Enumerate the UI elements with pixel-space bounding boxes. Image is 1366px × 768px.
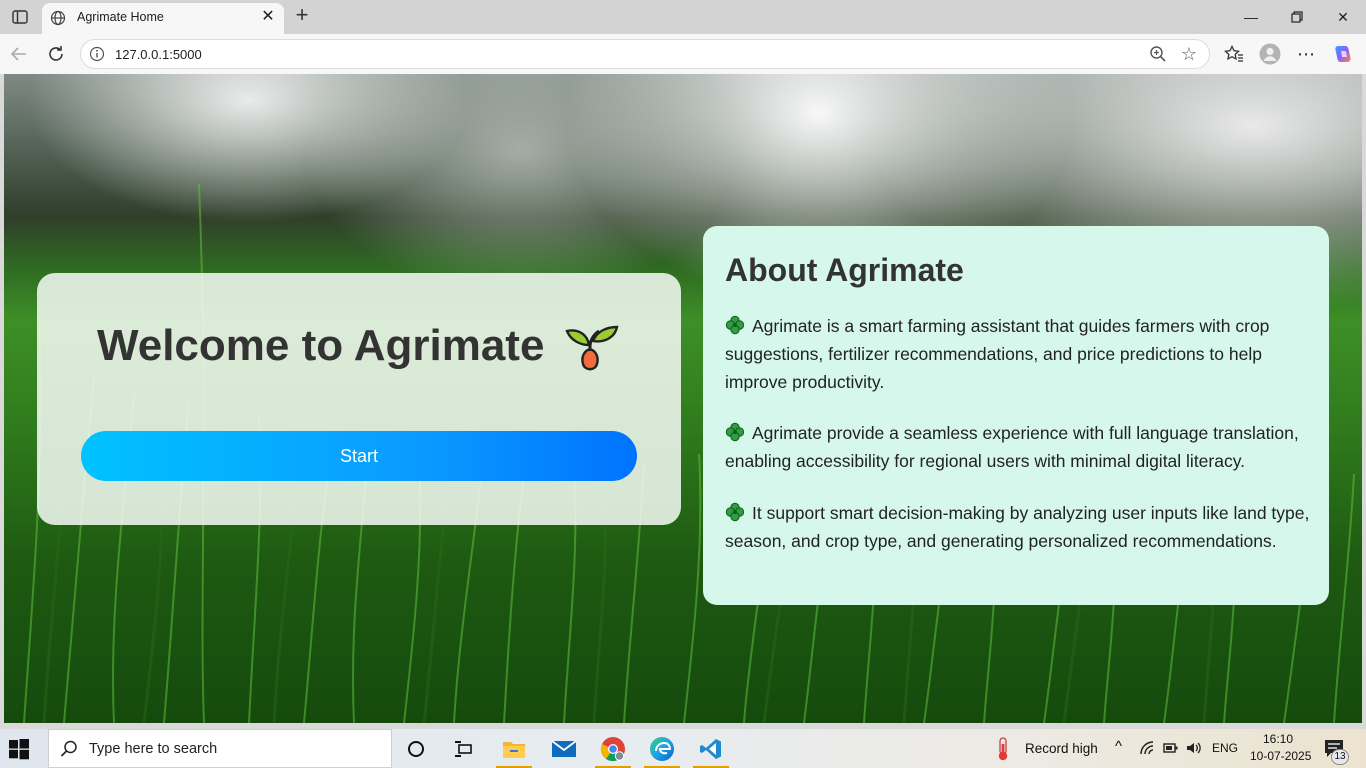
network-icon[interactable]: [1140, 741, 1156, 755]
about-paragraph: Agrimate provide a seamless experience w…: [725, 419, 1315, 475]
url-text[interactable]: 127.0.0.1:5000: [115, 47, 202, 62]
minimize-button[interactable]: —: [1228, 4, 1274, 30]
battery-icon[interactable]: [1163, 742, 1179, 754]
tab-title: Agrimate Home: [77, 10, 164, 24]
zoom-icon[interactable]: [1149, 45, 1167, 63]
edge-icon[interactable]: [638, 729, 686, 768]
windows-taskbar: Type here to search Record high ^ ENG 16…: [0, 729, 1366, 768]
address-bar[interactable]: 127.0.0.1:5000 ☆: [80, 39, 1210, 69]
clock-date[interactable]: 10-07-2025: [1250, 749, 1311, 763]
clover-icon: [725, 422, 745, 442]
search-placeholder: Type here to search: [89, 741, 218, 757]
favorite-star-icon[interactable]: ☆: [1179, 44, 1199, 64]
about-paragraph-text: It support smart decision-making by anal…: [725, 503, 1310, 551]
clock-time[interactable]: 16:10: [1263, 732, 1293, 746]
search-icon: [60, 740, 77, 757]
file-explorer-icon[interactable]: [490, 729, 538, 768]
refresh-icon[interactable]: [43, 41, 69, 67]
windows-start-icon[interactable]: [8, 738, 30, 760]
vscode-icon[interactable]: [687, 729, 735, 768]
site-info-icon[interactable]: [89, 46, 105, 62]
about-card: About Agrimate Agrimate is a smart farmi…: [703, 226, 1329, 605]
chrome-icon[interactable]: [589, 729, 637, 768]
about-paragraph-text: Agrimate is a smart farming assistant th…: [725, 316, 1270, 392]
profile-avatar[interactable]: [1257, 41, 1283, 67]
clover-icon: [725, 502, 745, 522]
thermometer-icon[interactable]: [995, 737, 1011, 761]
weather-status[interactable]: Record high: [1025, 741, 1098, 756]
more-options-icon[interactable]: ⋯: [1293, 41, 1319, 67]
tab-actions-icon[interactable]: [8, 6, 32, 28]
favorites-icon[interactable]: [1221, 41, 1247, 67]
show-hidden-icons-chevron-icon[interactable]: ^: [1115, 738, 1122, 755]
sprout-icon: [565, 325, 619, 371]
notification-badge: 13: [1331, 749, 1349, 765]
clover-icon: [725, 315, 745, 335]
browser-toolbar: 127.0.0.1:5000 ☆ ⋯: [0, 34, 1366, 74]
language-indicator[interactable]: ENG: [1212, 741, 1238, 755]
close-tab-icon[interactable]: ✕: [260, 9, 276, 25]
page-viewport: Welcome to Agrimate Start About Agrimate…: [4, 74, 1362, 723]
welcome-card: Welcome to Agrimate Start: [37, 273, 681, 525]
new-tab-button[interactable]: +: [290, 4, 314, 28]
start-button[interactable]: Start: [81, 431, 637, 481]
copilot-icon[interactable]: [1330, 41, 1356, 67]
mail-icon[interactable]: [540, 729, 588, 768]
tab-agrimate-home[interactable]: Agrimate Home ✕: [42, 3, 284, 34]
about-paragraph: It support smart decision-making by anal…: [725, 499, 1315, 555]
close-window-button[interactable]: ✕: [1320, 4, 1366, 30]
cortana-icon[interactable]: [392, 729, 440, 768]
task-view-icon[interactable]: [440, 729, 488, 768]
globe-icon: [50, 10, 66, 26]
about-paragraph: Agrimate is a smart farming assistant th…: [725, 312, 1315, 396]
browser-tabstrip: Agrimate Home ✕ + — ✕: [0, 0, 1366, 34]
about-title: About Agrimate: [725, 252, 964, 288]
welcome-title: Welcome to Agrimate: [97, 321, 545, 370]
back-icon[interactable]: [6, 41, 32, 67]
volume-icon[interactable]: [1186, 741, 1202, 755]
taskbar-search-input[interactable]: Type here to search: [48, 729, 392, 768]
about-paragraph-text: Agrimate provide a seamless experience w…: [725, 423, 1299, 471]
restore-button[interactable]: [1274, 4, 1320, 30]
